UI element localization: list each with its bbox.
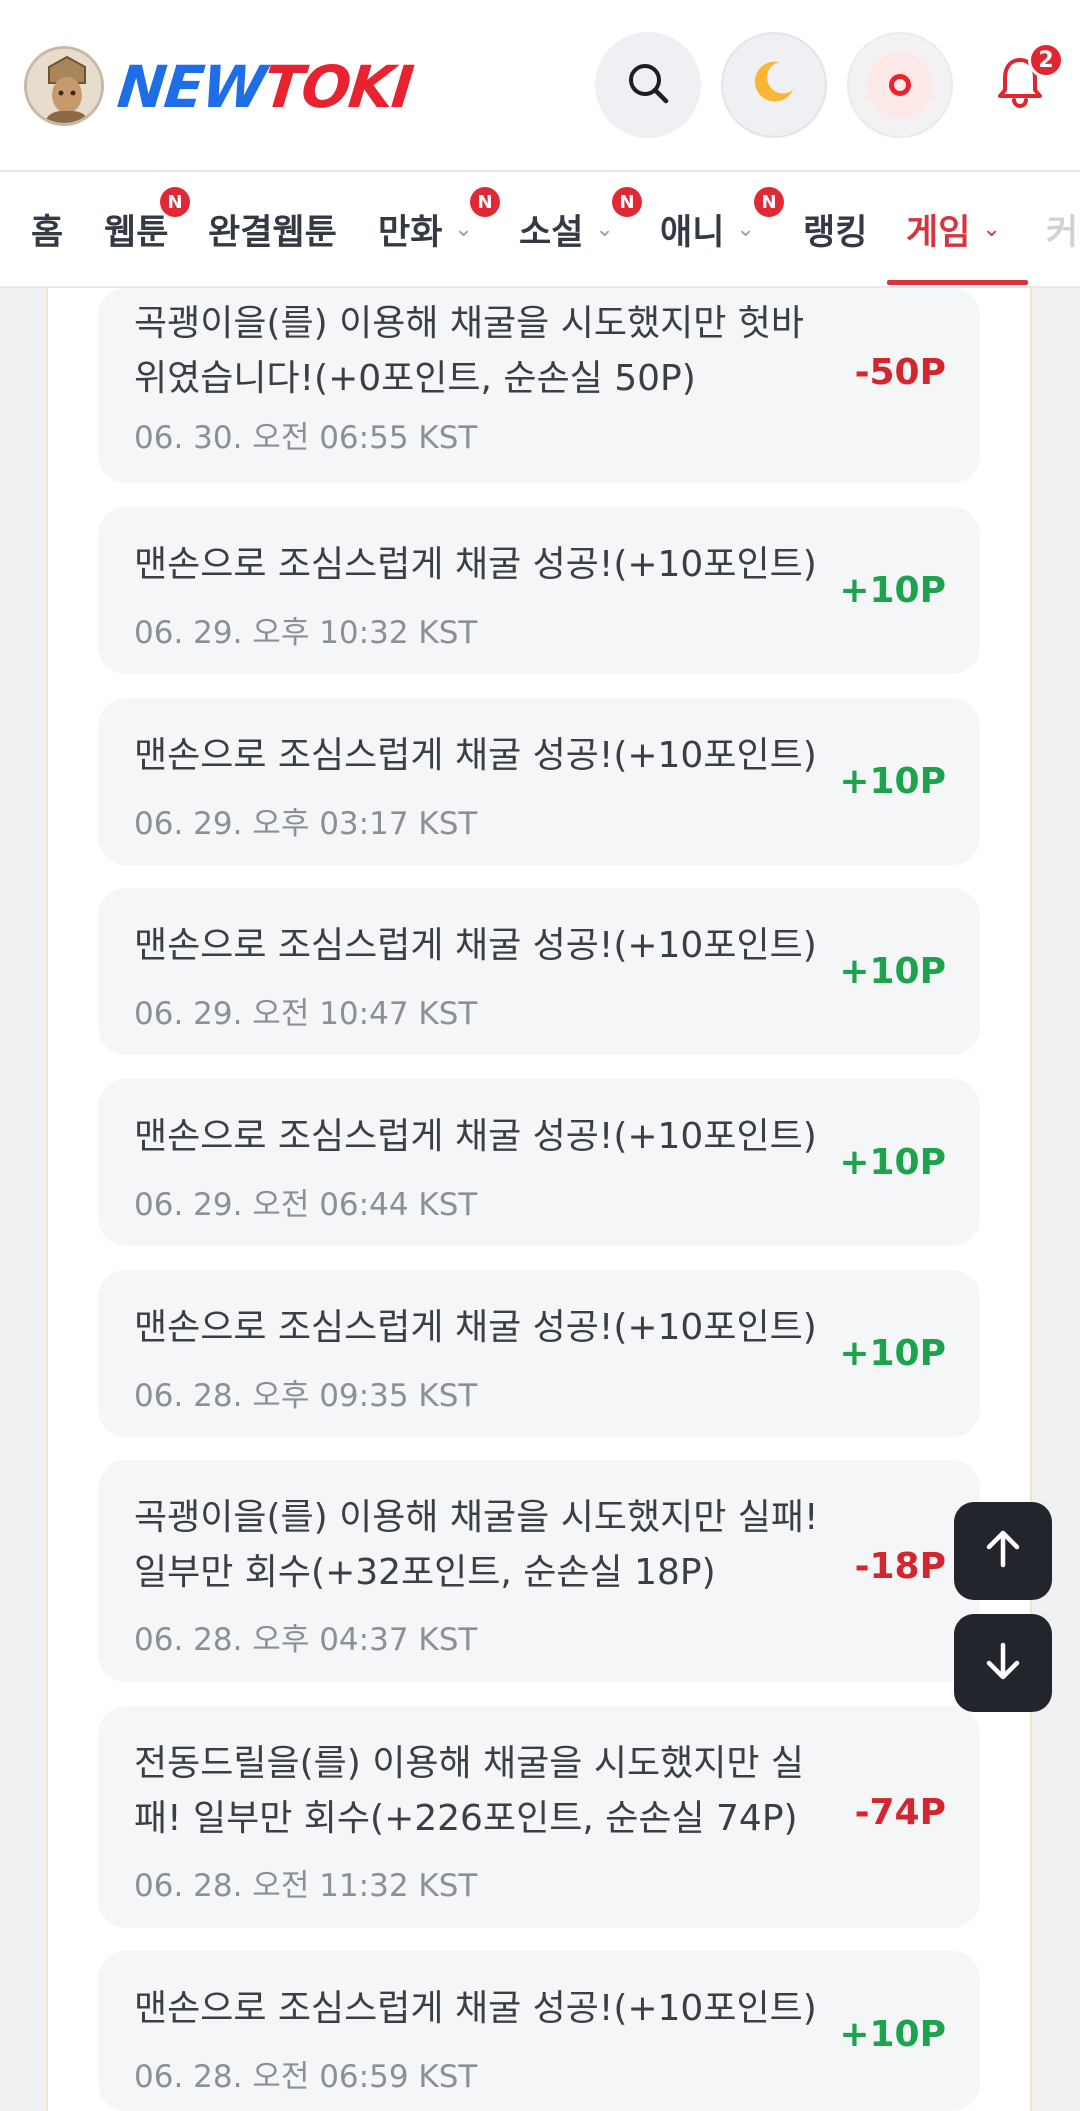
nav-item-novel[interactable]: 소설 ⌄ [519,204,614,254]
search-icon [625,60,671,110]
new-badge: N [160,187,190,217]
history-item: 맨손으로 조심스럽게 채굴 성공!(+10포인트) 06. 29. 오후 03:… [98,698,980,865]
bell-icon [990,58,1050,116]
history-item: 곡괭이을(를) 이용해 채굴을 시도했지만 헛바 위였습니다!(+0포인트, 순… [98,288,980,483]
nav-label: 소설 [519,212,584,253]
history-time: 06. 28. 오전 06:59 KST [134,2059,478,2095]
history-description: 맨손으로 조심스럽게 채굴 성공!(+10포인트) [134,544,817,585]
history-amount: +10P [839,951,946,992]
history-item: 맨손으로 조심스럽게 채굴 성공!(+10포인트) 06. 29. 오전 10:… [98,888,980,1055]
nav-item-home[interactable]: 홈 [31,204,63,254]
history-description: 전동드릴을(를) 이용해 채굴을 시도했지만 실 패! 일부만 회수(+226포… [134,1743,805,1839]
new-badge: N [612,187,642,217]
site-logo-avatar[interactable] [24,46,104,126]
nav-item-webtoon[interactable]: 웹툰 [104,204,168,254]
history-time: 06. 28. 오후 09:35 KST [134,1378,478,1414]
history-amount: +10P [839,2014,946,2055]
nav-label: 웹툰 [104,212,169,253]
history-item: 맨손으로 조심스럽게 채굴 성공!(+10포인트) 06. 29. 오전 06:… [98,1079,980,1246]
dark-mode-button[interactable] [721,32,827,138]
history-amount: -18P [854,1546,946,1587]
notification-count-badge: 2 [1028,42,1064,78]
nav-label: 랭킹 [803,212,868,253]
history-amount: +10P [839,761,946,802]
nav-label: 홈 [31,212,64,253]
history-time: 06. 29. 오후 03:17 KST [134,806,478,842]
arrow-up-icon [981,1527,1025,1575]
active-tab-indicator [887,280,1028,285]
history-item: 맨손으로 조심스럽게 채굴 성공!(+10포인트) 06. 29. 오후 10:… [98,507,980,674]
nav-label: 커 [1046,212,1079,253]
history-time: 06. 28. 오후 04:37 KST [134,1622,478,1658]
nav-label: 게임 [906,212,971,253]
nav-item-manga[interactable]: 만화 ⌄ [378,204,473,254]
history-description: 맨손으로 조심스럽게 채굴 성공!(+10포인트) [134,1116,817,1157]
history-description: 맨손으로 조심스럽게 채굴 성공!(+10포인트) [134,1307,817,1348]
site-logo-text[interactable]: NEWTOKI [114,52,415,122]
arrow-down-icon [981,1639,1025,1687]
history-time: 06. 29. 오전 10:47 KST [134,996,478,1032]
moon-icon [749,56,799,114]
history-time: 06. 29. 오전 06:44 KST [134,1187,478,1223]
history-amount: +10P [839,1142,946,1183]
history-item: 곡괭이을(를) 이용해 채굴을 시도했지만 실패! 일부만 회수(+32포인트,… [98,1460,980,1682]
record-icon [867,52,933,118]
category-nav: 홈 웹툰 N 완결웹툰 만화 ⌄ N 소설 ⌄ N 애니 ⌄ N 랭킹 게임 ⌄ 커 [0,172,1080,288]
nav-label: 만화 [378,212,443,253]
history-item: 맨손으로 조심스럽게 채굴 성공!(+10포인트) 06. 28. 오전 06:… [98,1951,980,2111]
scroll-bottom-button[interactable] [954,1614,1052,1712]
history-amount: -74P [854,1792,946,1833]
nav-item-community[interactable]: 커 [1046,204,1078,254]
history-amount: -50P [854,352,946,393]
nav-item-completed-webtoon[interactable]: 완결웹툰 [208,204,337,254]
scroll-top-button[interactable] [954,1502,1052,1600]
history-item: 맨손으로 조심스럽게 채굴 성공!(+10포인트) 06. 28. 오후 09:… [98,1270,980,1437]
history-time: 06. 30. 오전 06:55 KST [134,420,478,456]
nav-label: 완결웹툰 [208,212,337,253]
history-description: 맨손으로 조심스럽게 채굴 성공!(+10포인트) [134,735,817,776]
history-amount: +10P [839,570,946,611]
logo-toki: TOKI [260,53,416,121]
chevron-down-icon: ⌄ [595,216,614,242]
nav-item-ranking[interactable]: 랭킹 [803,204,867,254]
new-badge: N [754,187,784,217]
chevron-down-icon: ⌄ [454,216,473,242]
history-description: 곡괭이을(를) 이용해 채굴을 시도했지만 실패! 일부만 회수(+32포인트,… [134,1497,819,1593]
history-description: 맨손으로 조심스럽게 채굴 성공!(+10포인트) [134,925,817,966]
chevron-down-icon: ⌄ [736,216,755,242]
nav-label: 애니 [660,212,725,253]
chevron-down-icon: ⌄ [982,216,1001,242]
history-item: 전동드릴을(를) 이용해 채굴을 시도했지만 실 패! 일부만 회수(+226포… [98,1706,980,1928]
history-time: 06. 29. 오후 10:32 KST [134,615,478,651]
history-time: 06. 28. 오전 11:32 KST [134,1868,478,1904]
nav-item-game[interactable]: 게임 ⌄ [906,204,1001,254]
record-button[interactable] [847,32,953,138]
history-amount: +10P [839,1333,946,1374]
history-description: 곡괭이을(를) 이용해 채굴을 시도했지만 헛바 위였습니다!(+0포인트, 순… [134,303,805,399]
search-button[interactable] [595,32,701,138]
nav-item-anime[interactable]: 애니 ⌄ [660,204,755,254]
history-description: 맨손으로 조심스럽게 채굴 성공!(+10포인트) [134,1988,817,2029]
new-badge: N [470,187,500,217]
logo-new: NEW [114,53,268,121]
top-header: NEWTOKI 2 [0,0,1080,172]
